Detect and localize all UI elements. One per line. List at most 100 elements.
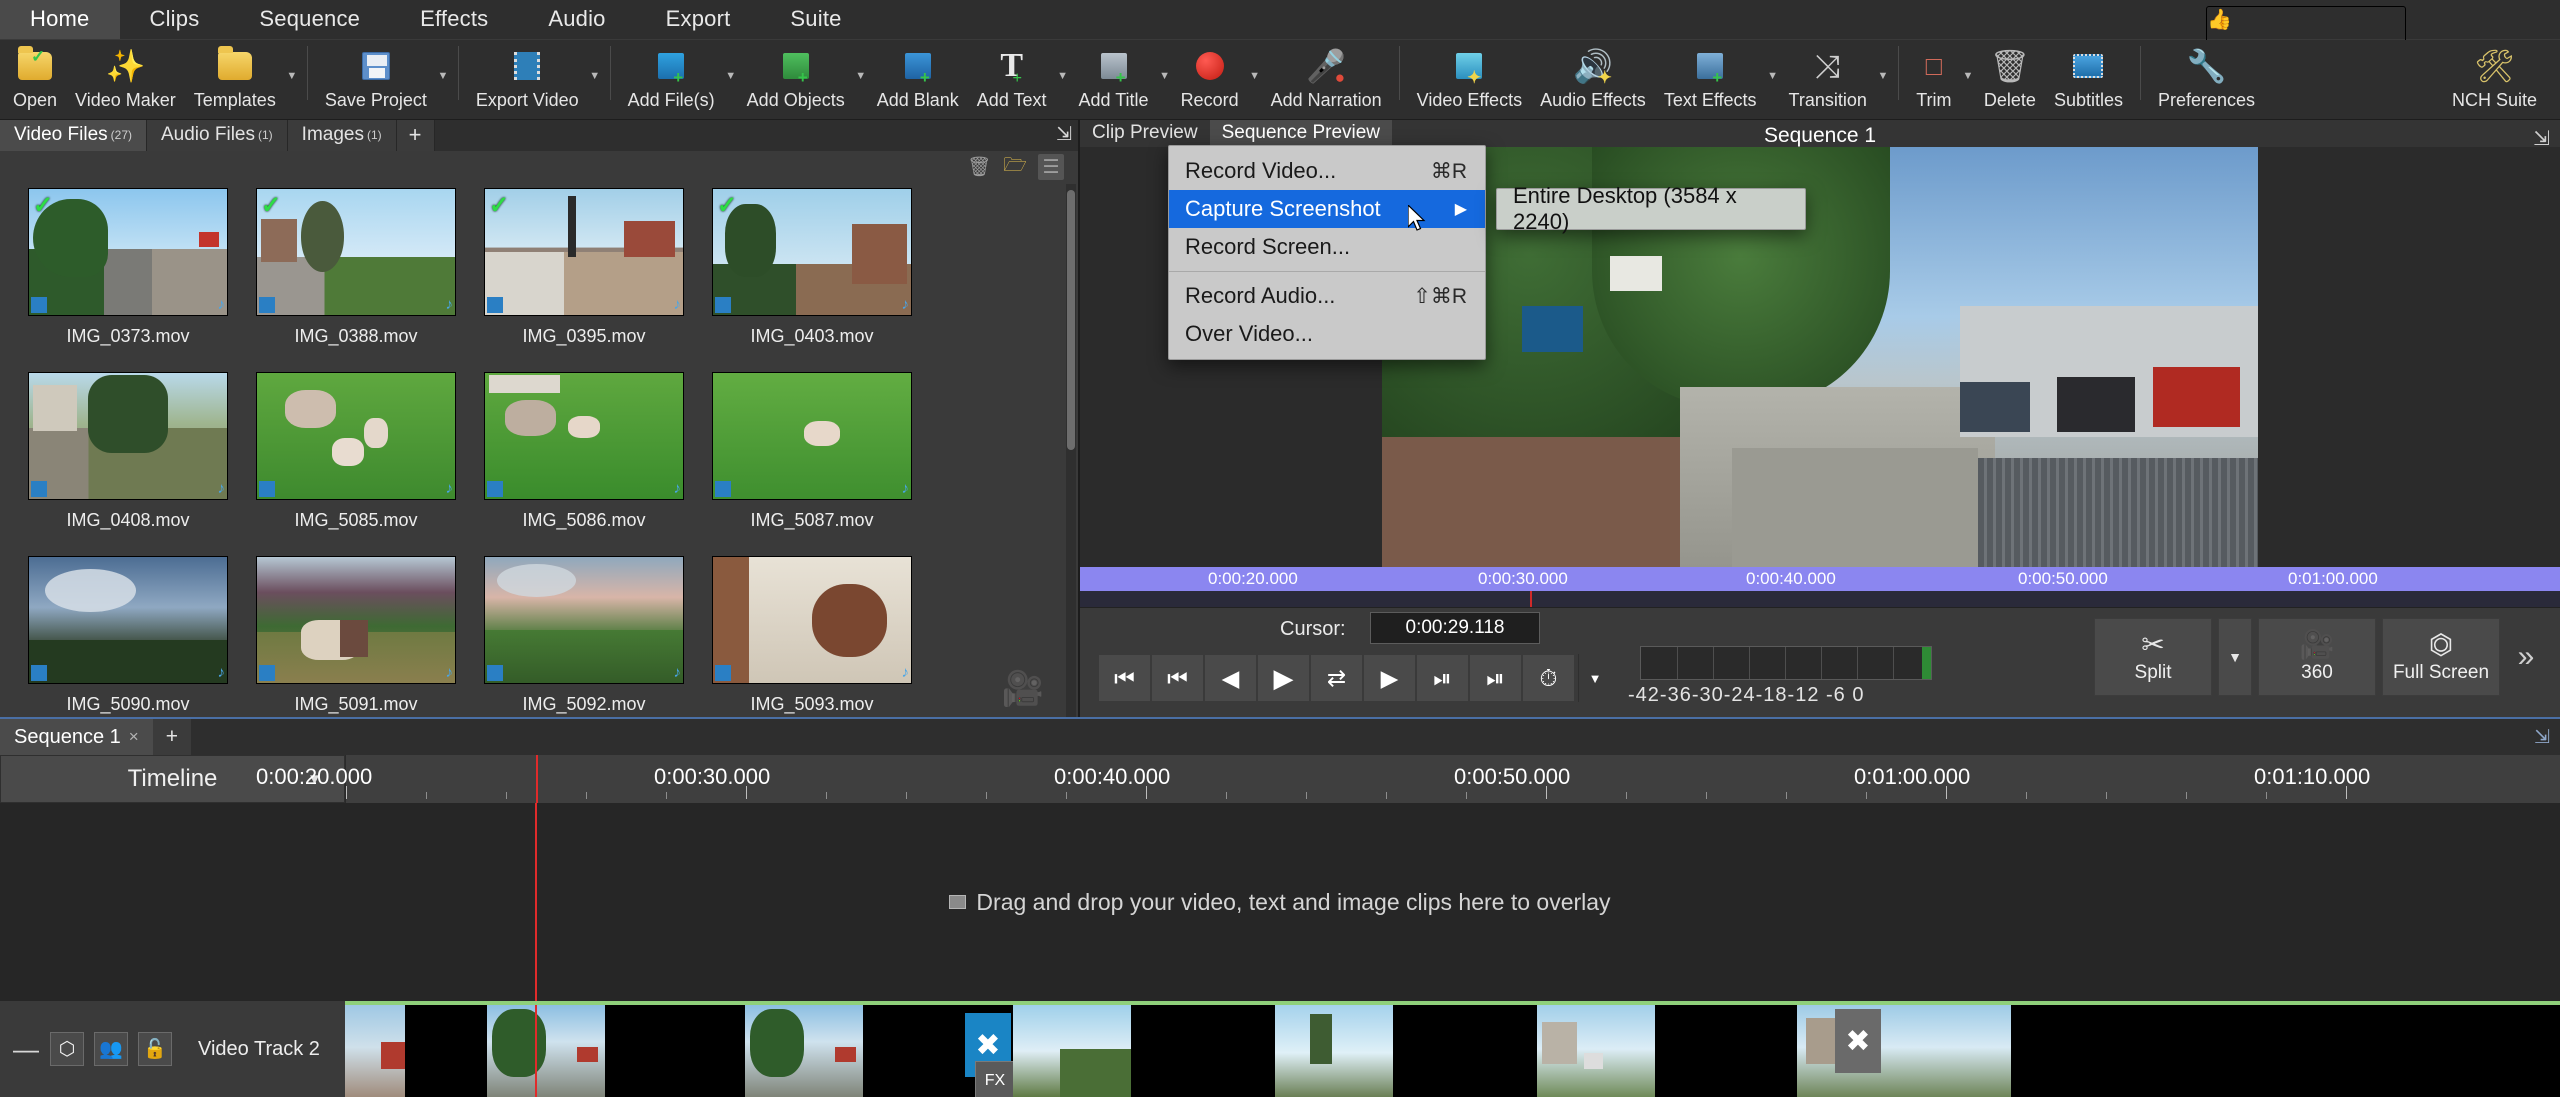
thumbnail[interactable]: ♪ bbox=[712, 555, 912, 684]
thumbnail[interactable]: ♪ bbox=[256, 371, 456, 500]
ribbon-tab-sequence[interactable]: Sequence bbox=[229, 0, 390, 39]
toolbar-button-export-video[interactable]: Export Video bbox=[467, 40, 588, 118]
timeline-playhead[interactable] bbox=[535, 803, 537, 1001]
toolbar-button-add-text[interactable]: T + Add Text bbox=[968, 40, 1056, 118]
toolbar-button-add-files[interactable]: + Add File(s) bbox=[619, 40, 724, 118]
thumbnail[interactable]: ✓ ♪ bbox=[484, 187, 684, 316]
clip-thumbnail[interactable] bbox=[1893, 1005, 2011, 1097]
bin-tab-images[interactable]: Images (1) bbox=[287, 120, 397, 151]
bin-tab-video-files[interactable]: Video Files (27) bbox=[0, 120, 147, 151]
toolbar-button-delete[interactable]: 🗑 Delete bbox=[1975, 40, 2045, 118]
trim-dropdown-caret-icon[interactable]: ▼ bbox=[1961, 70, 1975, 82]
tab-sequence-preview[interactable]: Sequence Preview bbox=[1209, 120, 1393, 147]
bin-item[interactable]: ✓ ♪ IMG_0373.mov bbox=[14, 187, 242, 372]
clip-thumbnail[interactable] bbox=[1275, 1005, 1393, 1097]
lock-track-button[interactable]: 🔓 bbox=[138, 1032, 172, 1066]
preview-ruler[interactable]: 0:00:20.000 0:00:30.000 0:00:40.000 0:00… bbox=[1080, 567, 2560, 591]
toolbar-button-video-effects[interactable]: ✦ Video Effects bbox=[1408, 40, 1531, 118]
record-dropdown-menu[interactable]: Record Video... ⌘R Capture Screenshot ▶ … bbox=[1168, 145, 1486, 360]
toolbar-button-add-narration[interactable]: 🎤 ● Add Narration bbox=[1262, 40, 1391, 118]
cursor-time-field[interactable]: 0:00:29.118 bbox=[1370, 612, 1540, 644]
menu-item-record-audio[interactable]: Record Audio... ⇧⌘R bbox=[1169, 277, 1485, 315]
toolbar-button-subtitles[interactable]: Subtitles bbox=[2045, 40, 2132, 118]
templates-dropdown-caret-icon[interactable]: ▼ bbox=[285, 70, 299, 82]
toolbar-button-trim[interactable]: □ Trim bbox=[1907, 40, 1961, 118]
bin-item[interactable]: ♪ IMG_5090.mov bbox=[14, 555, 242, 717]
ribbon-tab-clips[interactable]: Clips bbox=[120, 0, 230, 39]
menu-item-over-video[interactable]: Over Video... bbox=[1169, 315, 1485, 353]
next-clip-button[interactable]: ⏯ bbox=[1416, 654, 1469, 702]
split-button[interactable]: ✂ Split bbox=[2094, 618, 2212, 696]
delete-icon[interactable]: 🗑 bbox=[966, 154, 992, 180]
timer-button[interactable]: ⏱ bbox=[1522, 654, 1575, 702]
split-dropdown-caret-icon[interactable]: ▼ bbox=[2218, 618, 2252, 696]
thumbnail[interactable]: ✓ ♪ bbox=[28, 187, 228, 316]
transition-badge[interactable]: ✖ bbox=[1835, 1009, 1881, 1073]
close-icon[interactable]: × bbox=[129, 727, 139, 747]
add-folder-icon[interactable]: 🗁 bbox=[1002, 154, 1028, 180]
bin-expand-icon[interactable]: ⇲ bbox=[1048, 123, 1072, 147]
toolbar-button-preferences[interactable]: 🔧 Preferences bbox=[2149, 40, 2264, 118]
clip-thumbnail[interactable] bbox=[745, 1005, 863, 1097]
text-effects-dropdown-caret-icon[interactable]: ▼ bbox=[1766, 70, 1780, 82]
timeline-ruler[interactable]: 0:00:20.000 0:00:30.000 0:00:40.000 0:00… bbox=[256, 755, 2560, 803]
expand-icon[interactable]: ⇲ bbox=[2534, 726, 2550, 749]
bin-item[interactable]: ♪ IMG_5087.mov bbox=[698, 371, 926, 556]
toolbar-button-save-project[interactable]: Save Project bbox=[316, 40, 436, 118]
clip-fx-badge[interactable]: FX bbox=[975, 1061, 1015, 1097]
bin-item[interactable]: ♪ IMG_0408.mov bbox=[14, 371, 242, 556]
step-forward-button[interactable]: ▶ bbox=[1363, 654, 1416, 702]
ribbon-tab-suite[interactable]: Suite bbox=[760, 0, 871, 39]
timeline-playhead[interactable] bbox=[536, 755, 538, 803]
thumbnail[interactable]: ✓ ♪ bbox=[712, 187, 912, 316]
timeline-playhead[interactable] bbox=[535, 1005, 537, 1097]
tab-clip-preview[interactable]: Clip Preview bbox=[1080, 120, 1210, 147]
thumbnail[interactable]: ♪ bbox=[28, 555, 228, 684]
add-title-dropdown-caret-icon[interactable]: ▼ bbox=[1158, 70, 1172, 82]
go-to-end-button[interactable]: ⏯ bbox=[1469, 654, 1522, 702]
full-screen-button[interactable]: ⏣ Full Screen bbox=[2382, 618, 2500, 696]
toolbar-button-templates[interactable]: Templates bbox=[185, 40, 285, 118]
previous-clip-button[interactable]: ⏮ bbox=[1151, 654, 1204, 702]
toolbar-button-add-objects[interactable]: + Add Objects bbox=[738, 40, 854, 118]
toolbar-button-record[interactable]: Record bbox=[1172, 40, 1248, 118]
bin-tab-audio-files[interactable]: Audio Files (1) bbox=[147, 120, 288, 151]
sequence-tab-1[interactable]: Sequence 1 × bbox=[0, 719, 153, 755]
track-clips[interactable]: ∫ FX ✖ FX bbox=[345, 1001, 2560, 1097]
toolbar-button-nch-suite[interactable]: 🛠 NCH Suite bbox=[2443, 40, 2546, 118]
menu-item-record-screen[interactable]: Record Screen... bbox=[1169, 228, 1485, 266]
more-options-icon[interactable]: » bbox=[2506, 618, 2546, 696]
media-bin-scrollbar[interactable] bbox=[1066, 183, 1076, 717]
menu-item-record-video[interactable]: Record Video... ⌘R bbox=[1169, 152, 1485, 190]
bin-item[interactable]: ♪ IMG_5091.mov bbox=[242, 555, 470, 717]
toolbar-button-add-blank[interactable]: + Add Blank bbox=[868, 40, 968, 118]
bin-item[interactable]: ♪ IMG_5093.mov bbox=[698, 555, 926, 717]
thumbnail[interactable]: ♪ bbox=[484, 555, 684, 684]
mute-track-button[interactable]: ⬡ bbox=[50, 1032, 84, 1066]
clip-thumbnail[interactable] bbox=[345, 1005, 405, 1097]
bin-item[interactable]: ♪ IMG_5092.mov bbox=[470, 555, 698, 717]
menu-item-entire-desktop[interactable]: Entire Desktop (3584 x 2240) bbox=[1497, 183, 1805, 234]
play-button[interactable]: ▶ bbox=[1257, 654, 1310, 702]
bin-item[interactable]: ✓ ♪ IMG_0395.mov bbox=[470, 187, 698, 372]
bin-item[interactable]: ♪ IMG_5086.mov bbox=[470, 371, 698, 556]
clip-thumbnail[interactable] bbox=[487, 1005, 605, 1097]
toolbar-button-transition[interactable]: ⤨ Transition bbox=[1780, 40, 1876, 118]
bin-tab-add[interactable]: + bbox=[396, 120, 435, 151]
thumbnail[interactable]: ♪ bbox=[256, 555, 456, 684]
list-view-icon[interactable]: ☰ bbox=[1038, 154, 1064, 181]
media-bin-grid[interactable]: ✓ ♪ IMG_0373.mov ✓ ♪ IMG_0388.mov ✓ ♪ IM… bbox=[0, 183, 1078, 717]
ribbon-tab-home[interactable]: Home bbox=[0, 0, 120, 39]
toolbar-button-video-maker[interactable]: ✨ Video Maker bbox=[66, 40, 185, 118]
toolbar-button-open[interactable]: ✓ Open bbox=[4, 40, 66, 118]
capture-screenshot-submenu[interactable]: Entire Desktop (3584 x 2240) bbox=[1496, 183, 1806, 234]
clip-thumbnail[interactable] bbox=[1013, 1005, 1131, 1097]
bin-item[interactable]: ✓ ♪ IMG_0403.mov bbox=[698, 187, 926, 372]
clip-thumbnail[interactable] bbox=[1537, 1005, 1655, 1097]
bin-item[interactable]: ♪ IMG_5085.mov bbox=[242, 371, 470, 556]
thumbnail[interactable]: ✓ ♪ bbox=[256, 187, 456, 316]
thumbnail[interactable]: ♪ bbox=[28, 371, 228, 500]
toolbar-button-add-title[interactable]: + Add Title bbox=[1070, 40, 1158, 118]
go-to-start-button[interactable]: ⏮ bbox=[1098, 654, 1151, 702]
toolbar-button-audio-effects[interactable]: 🔊 ✦ Audio Effects bbox=[1531, 40, 1655, 118]
